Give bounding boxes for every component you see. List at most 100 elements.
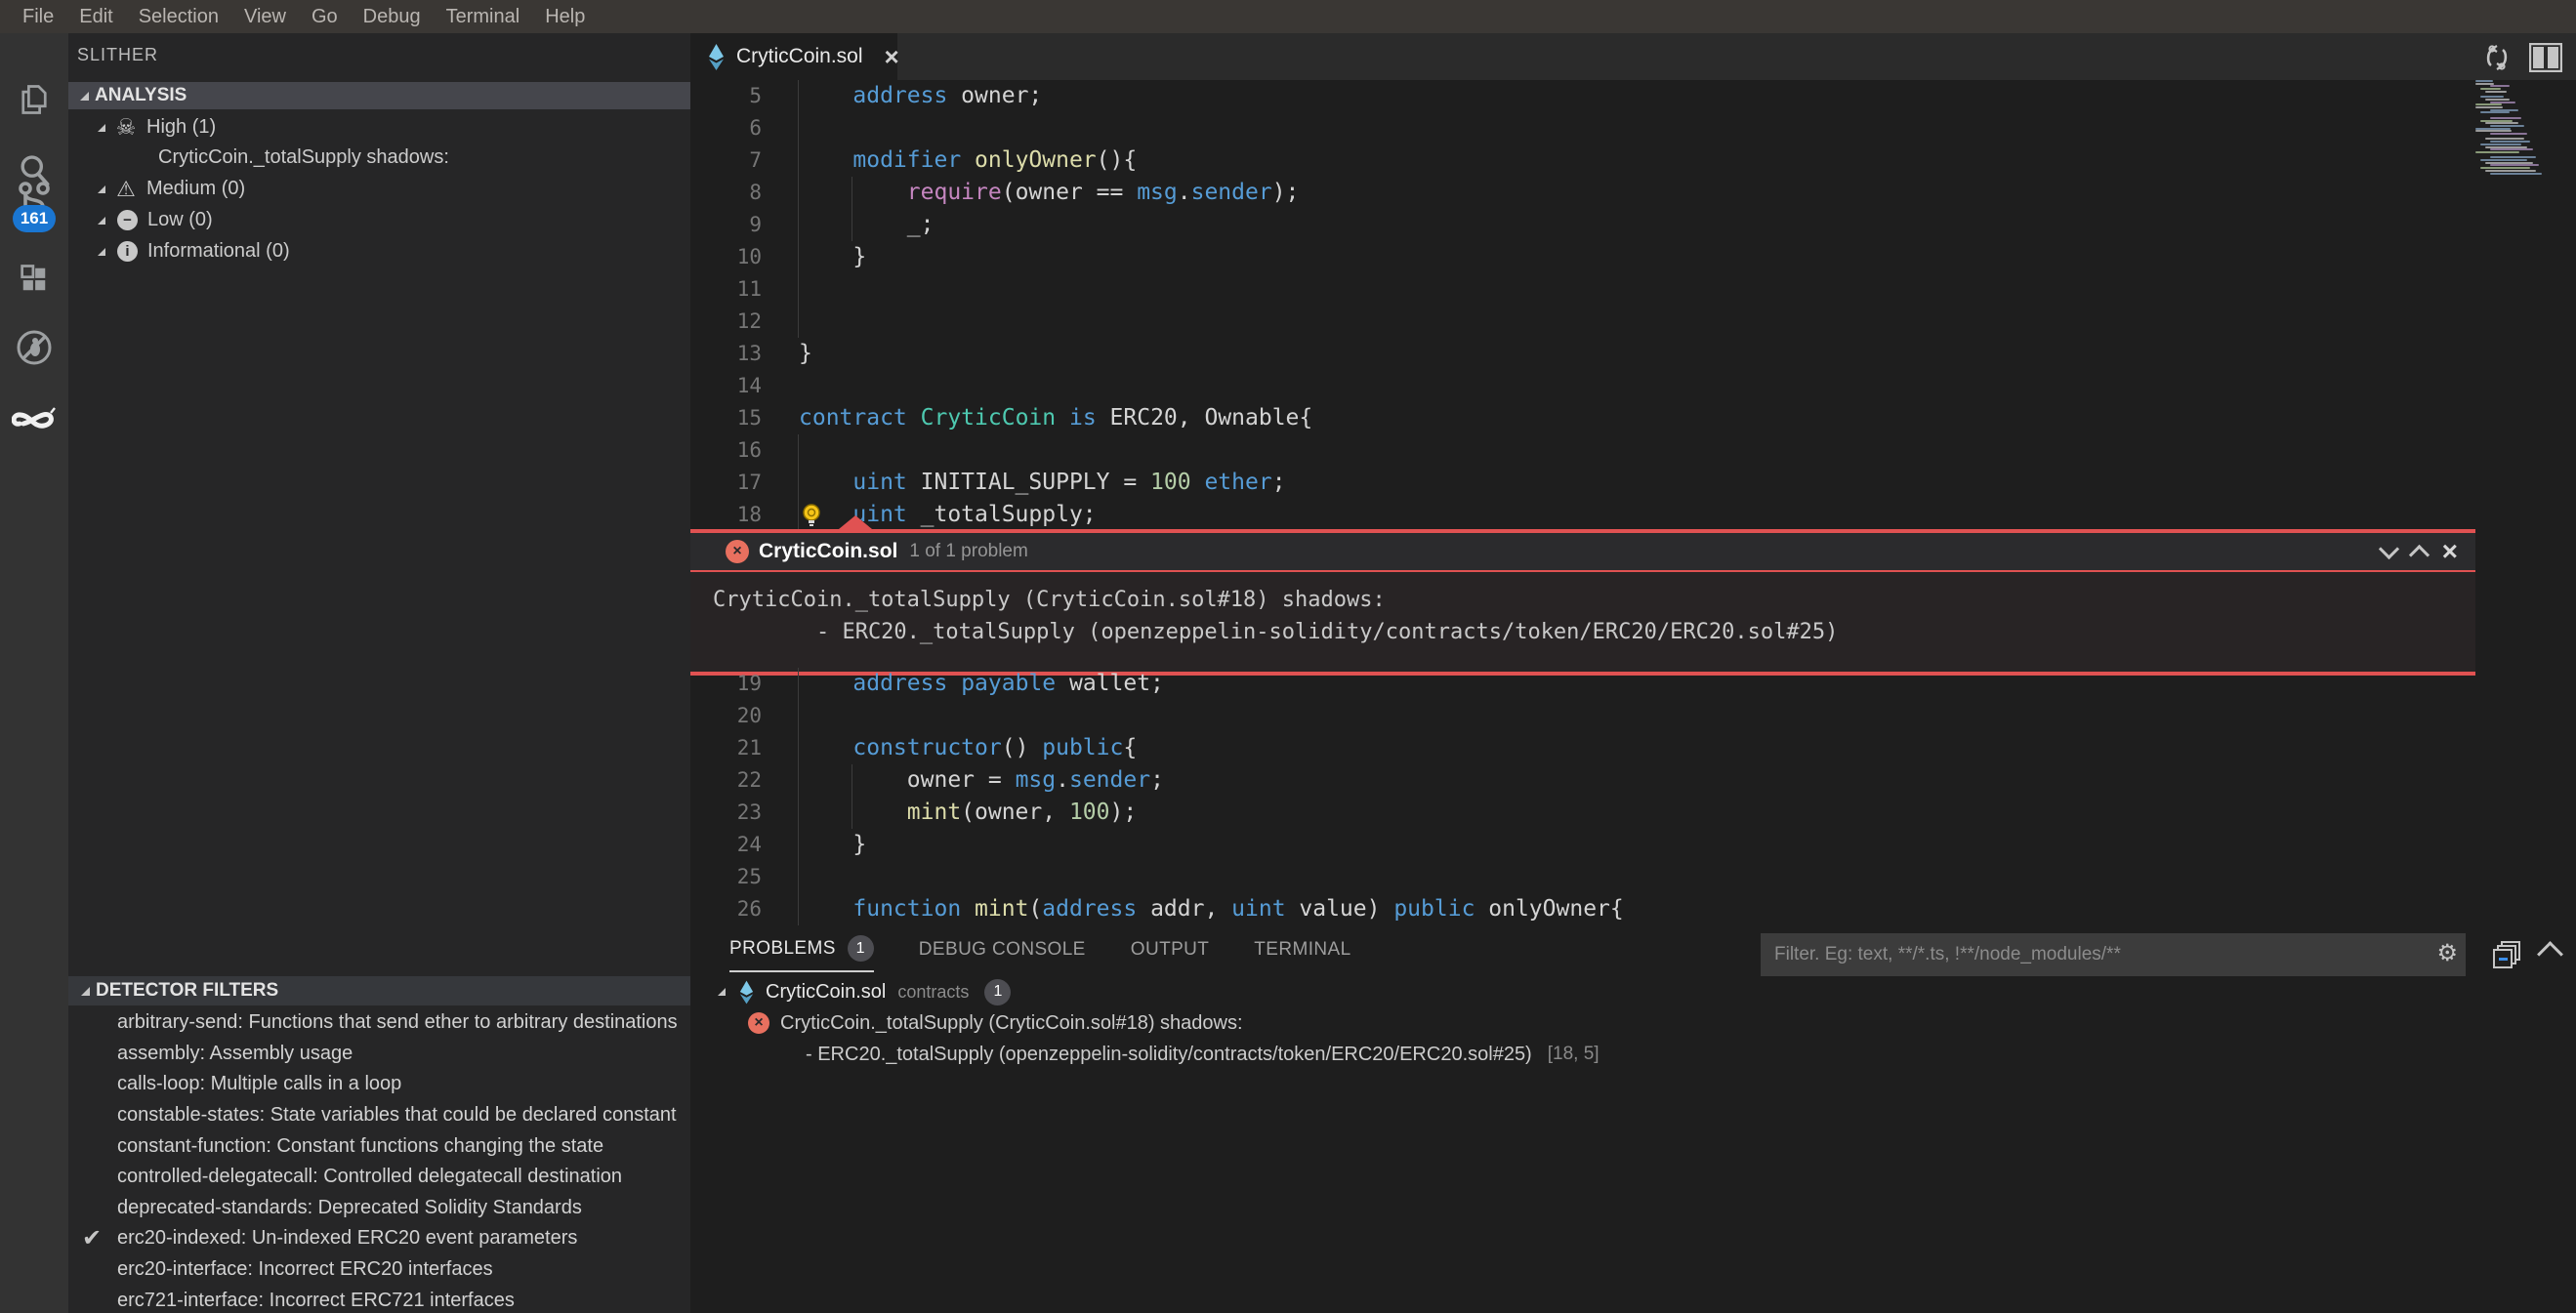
code-line-11[interactable]: 11 [690, 273, 2475, 306]
line-number: 23 [690, 797, 762, 829]
code-line-24[interactable]: 24 } [690, 829, 2475, 861]
menu-item-terminal[interactable]: Terminal [434, 6, 533, 28]
analysis-item-4[interactable]: iInformational (0) [68, 236, 690, 267]
problems-file-badge: 1 [984, 979, 1011, 1005]
sync-icon[interactable] [2480, 41, 2514, 74]
line-number: 24 [690, 829, 762, 861]
tab-cryticcoin[interactable]: CryticCoin.sol × [690, 33, 897, 80]
extensions-icon[interactable] [0, 262, 68, 297]
code-line-23[interactable]: 23 mint(owner, 100); [690, 797, 2475, 829]
code-line-10[interactable]: 10 } [690, 241, 2475, 273]
code-line-13[interactable]: 13} [690, 338, 2475, 370]
analysis-item-3[interactable]: −Low (0) [68, 205, 690, 235]
detector-filter-item[interactable]: ✔erc20-indexed: Un-indexed ERC20 event p… [68, 1223, 690, 1254]
maximize-panel-icon[interactable] [2537, 941, 2563, 967]
detector-filter-label: controlled-delegatecall: Controlled dele… [117, 1166, 622, 1188]
code-text: contract CryticCoin is ERC20, Ownable{ [799, 402, 1312, 434]
detector-filter-item[interactable]: arbitrary-send: Functions that send ethe… [68, 1007, 690, 1039]
detector-filter-item[interactable]: erc721-interface: Incorrect ERC721 inter… [68, 1285, 690, 1313]
menu-item-go[interactable]: Go [299, 6, 351, 28]
panel-tab-output[interactable]: OUTPUT [1131, 939, 1210, 969]
filter-gear-icon[interactable]: ⚙ [2436, 939, 2458, 967]
peek-header: × CryticCoin.sol 1 of 1 problem × [690, 533, 2475, 572]
code-line-9[interactable]: 9 _; [690, 209, 2475, 241]
detector-filter-item[interactable]: calls-loop: Multiple calls in a loop [68, 1069, 690, 1100]
panel-tab-debug-console[interactable]: DEBUG CONSOLE [919, 939, 1086, 969]
peek-detail[interactable]: - ERC20._totalSupply (openzeppelin-solid… [713, 620, 1838, 644]
peek-file-name: CryticCoin.sol [759, 540, 897, 563]
detector-filter-item[interactable]: constant-function: Constant functions ch… [68, 1130, 690, 1162]
minimap-line [2475, 103, 2502, 105]
menu-item-help[interactable]: Help [532, 6, 598, 28]
previous-problem-icon[interactable] [2409, 544, 2430, 564]
analysis-item-0[interactable]: ☠High (1) [68, 112, 690, 143]
minimap-line [2480, 159, 2527, 161]
problem-detail: - ERC20._totalSupply (openzeppelin-solid… [806, 1044, 1532, 1066]
detector-filter-item[interactable]: controlled-delegatecall: Controlled dele… [68, 1162, 690, 1193]
next-problem-icon[interactable] [2379, 538, 2399, 558]
minimap[interactable] [2475, 80, 2555, 178]
menu-item-file[interactable]: File [10, 6, 66, 28]
code-line-6[interactable]: 6 [690, 112, 2475, 144]
code-line-21[interactable]: 21 constructor() public{ [690, 732, 2475, 764]
minimap-line [2485, 91, 2507, 93]
menu-item-view[interactable]: View [231, 6, 299, 28]
slither-icon[interactable] [0, 398, 68, 433]
minimap-line [2490, 173, 2542, 175]
code-line-16[interactable]: 16 [690, 434, 2475, 467]
code-line-7[interactable]: 7 modifier onlyOwner(){ [690, 144, 2475, 177]
detector-filter-item[interactable]: deprecated-standards: Deprecated Solidit… [68, 1193, 690, 1224]
error-icon: × [726, 540, 749, 563]
minimap-line [2490, 85, 2510, 87]
code-line-5[interactable]: 5 address owner; [690, 80, 2475, 112]
filter-input[interactable] [1761, 933, 2466, 976]
tab-label: CryticCoin.sol [736, 45, 863, 68]
detector-filters-section-header[interactable]: DETECTOR FILTERS [68, 976, 690, 1005]
collapse-all-icon[interactable] [2493, 941, 2522, 970]
code-line-20[interactable]: 20 [690, 700, 2475, 732]
code-line-19[interactable]: 19 address payable wallet; [690, 668, 2475, 700]
peek-message-body[interactable]: CryticCoin._totalSupply (CryticCoin.sol#… [690, 572, 2475, 672]
code-text: uint INITIAL_SUPPLY = 100 ether; [799, 467, 1286, 499]
code-line-12[interactable]: 12 [690, 306, 2475, 338]
split-editor-icon[interactable] [2529, 41, 2562, 74]
minimap-line [2490, 102, 2515, 103]
menu-item-edit[interactable]: Edit [66, 6, 125, 28]
peek-message[interactable]: CryticCoin._totalSupply (CryticCoin.sol#… [713, 588, 1386, 612]
panel-tab-terminal[interactable]: TERMINAL [1254, 939, 1350, 969]
analysis-section-header[interactable]: ANALYSIS [68, 82, 690, 109]
problem-row[interactable]: × CryticCoin._totalSupply (CryticCoin.so… [690, 1007, 2576, 1039]
problem-detail-row[interactable]: - ERC20._totalSupply (openzeppelin-solid… [690, 1039, 2576, 1070]
code-line-8[interactable]: 8 require(owner == msg.sender); [690, 177, 2475, 209]
detector-filter-item[interactable]: assembly: Assembly usage [68, 1039, 690, 1070]
explorer-icon[interactable] [0, 82, 68, 117]
code-line-15[interactable]: 15contract CryticCoin is ERC20, Ownable{ [690, 402, 2475, 434]
code-line-18[interactable]: 18 uint _totalSupply; [690, 499, 2475, 531]
peek-pointer-icon [839, 515, 872, 529]
analysis-item-1[interactable]: CryticCoin._totalSupply shadows: [68, 143, 690, 173]
detector-filter-item[interactable]: erc20-interface: Incorrect ERC20 interfa… [68, 1254, 690, 1286]
debug-icon[interactable] [0, 328, 68, 367]
check-icon: ✔ [68, 1224, 117, 1252]
code-text: require(owner == msg.sender); [799, 177, 1299, 209]
code-line-25[interactable]: 25 [690, 861, 2475, 893]
menu-item-debug[interactable]: Debug [351, 6, 434, 28]
code-line-26[interactable]: 26 function mint(address addr, uint valu… [690, 893, 2475, 925]
minimap-line [2480, 167, 2530, 169]
menu-item-selection[interactable]: Selection [126, 6, 231, 28]
code-text: } [799, 241, 866, 273]
code-line-14[interactable]: 14 [690, 370, 2475, 402]
menu-bar: FileEditSelectionViewGoDebugTerminalHelp [0, 0, 2576, 33]
peek-problem-count: 1 of 1 problem [909, 541, 1027, 562]
line-number: 14 [690, 370, 762, 402]
tab-close-icon[interactable]: × [885, 47, 899, 66]
panel-tab-problems[interactable]: PROBLEMS1 [729, 935, 874, 972]
detector-filter-item[interactable]: constable-states: State variables that c… [68, 1100, 690, 1131]
minimap-line [2490, 164, 2539, 166]
analysis-item-2[interactable]: ⚠Medium (0) [68, 174, 690, 204]
peek-close-icon[interactable]: × [2442, 542, 2458, 561]
code-line-22[interactable]: 22 owner = msg.sender; [690, 764, 2475, 797]
problems-file-row[interactable]: CryticCoin.sol contracts 1 [690, 976, 2576, 1007]
line-number: 5 [690, 80, 762, 112]
code-line-17[interactable]: 17 uint INITIAL_SUPPLY = 100 ether; [690, 467, 2475, 499]
